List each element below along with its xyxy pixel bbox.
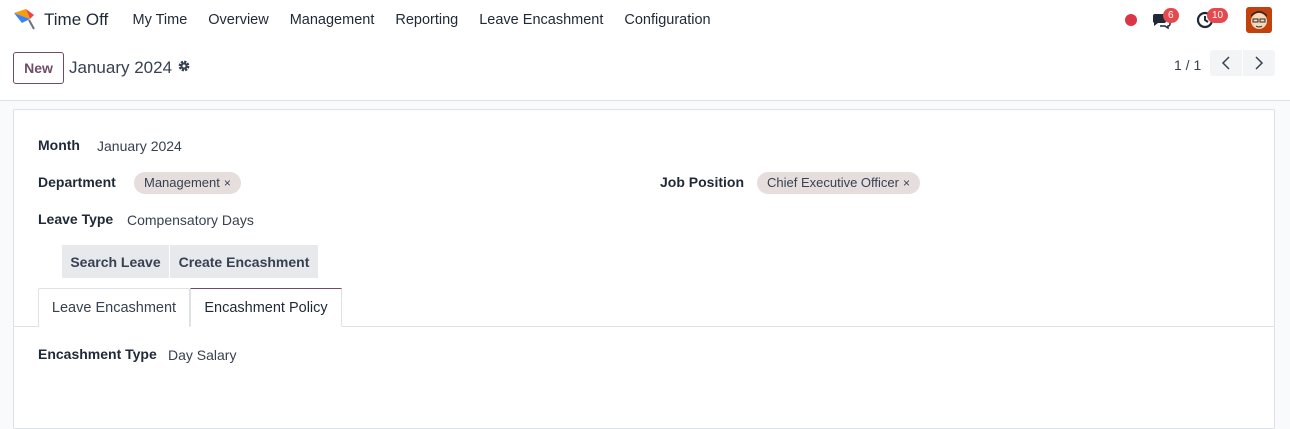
activity-count-badge: 10 <box>1207 8 1229 23</box>
encashment-type-label: Encashment Type <box>38 346 157 362</box>
tab-leave-encashment[interactable]: Leave Encashment <box>38 288 190 327</box>
pager-previous-button[interactable] <box>1210 50 1242 76</box>
remove-job-position-tag-icon[interactable]: × <box>903 176 910 190</box>
department-tag[interactable]: Management × <box>134 172 241 194</box>
department-label: Department <box>38 174 116 190</box>
new-button[interactable]: New <box>13 52 64 84</box>
time-off-app-icon[interactable] <box>12 7 36 31</box>
month-value[interactable]: January 2024 <box>97 138 182 154</box>
menu-item-management[interactable]: Management <box>279 12 385 28</box>
control-panel: New January 2024 1 / 1 <box>0 40 1290 101</box>
remove-department-tag-icon[interactable]: × <box>224 176 231 190</box>
job-position-label: Job Position <box>660 174 744 190</box>
user-avatar[interactable] <box>1246 7 1272 33</box>
menu-item-leave-encashment[interactable]: Leave Encashment <box>469 12 614 28</box>
encashment-type-value[interactable]: Day Salary <box>168 347 236 363</box>
chevron-right-icon <box>1255 56 1264 70</box>
app-name[interactable]: Time Off <box>44 10 108 30</box>
form-sheet: Month January 2024 Department Management… <box>13 109 1275 429</box>
create-encashment-button[interactable]: Create Encashment <box>170 245 318 278</box>
gear-icon[interactable] <box>177 59 191 73</box>
main-menu: My Time Overview Management Reporting Le… <box>122 0 721 40</box>
recording-dot-icon[interactable] <box>1125 14 1137 26</box>
department-tag-label: Management <box>144 175 220 190</box>
leave-type-value[interactable]: Compensatory Days <box>127 212 254 228</box>
menu-item-configuration[interactable]: Configuration <box>614 12 721 28</box>
job-position-tag[interactable]: Chief Executive Officer × <box>757 172 920 194</box>
menu-item-reporting[interactable]: Reporting <box>385 12 469 28</box>
top-navbar: Time Off My Time Overview Management Rep… <box>0 0 1290 40</box>
pager-value: 1 / 1 <box>1174 57 1202 73</box>
tab-encashment-policy[interactable]: Encashment Policy <box>190 288 342 327</box>
chevron-left-icon <box>1221 56 1230 70</box>
search-leave-button[interactable]: Search Leave <box>62 245 169 278</box>
job-position-tag-label: Chief Executive Officer <box>767 175 899 190</box>
menu-item-my-time[interactable]: My Time <box>122 12 198 28</box>
breadcrumb-record-title: January 2024 <box>69 58 173 77</box>
menu-item-overview[interactable]: Overview <box>198 12 279 28</box>
leave-type-label: Leave Type <box>38 211 114 227</box>
pager-next-button[interactable] <box>1243 50 1275 76</box>
month-label: Month <box>38 137 80 153</box>
chat-count-badge: 6 <box>1163 8 1179 23</box>
